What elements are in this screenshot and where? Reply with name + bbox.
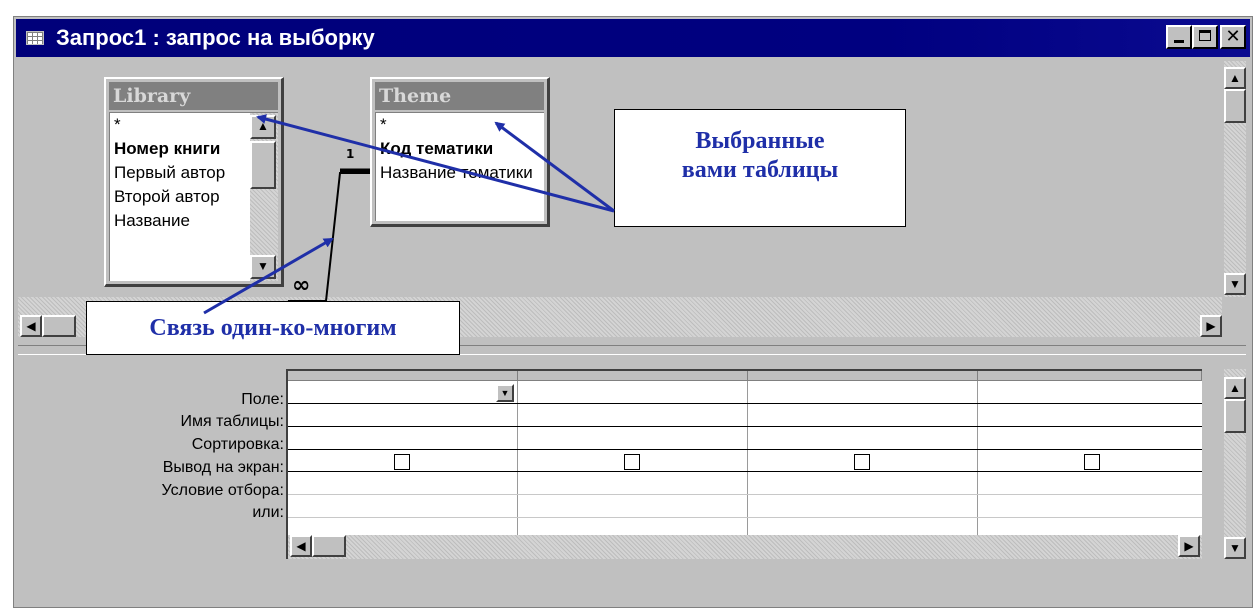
minimize-button[interactable] xyxy=(1166,25,1192,49)
upper-scroll-up-button[interactable]: ▲ xyxy=(1224,67,1246,89)
row-label-show: Вывод на экран: xyxy=(162,459,284,476)
grid-vscroll-thumb[interactable] xyxy=(1224,399,1246,433)
row-label-criteria: Условие отбора: xyxy=(161,482,284,499)
grid-hscroll-track[interactable] xyxy=(288,535,1202,559)
grid-hscroll-thumb[interactable] xyxy=(312,535,346,557)
row-divider xyxy=(288,471,1202,472)
column-selector-1[interactable] xyxy=(288,371,518,381)
row-divider xyxy=(288,403,1202,404)
column-divider xyxy=(747,381,748,559)
row-divider xyxy=(288,449,1202,450)
upper-vscroll-thumb[interactable] xyxy=(1224,89,1246,123)
row-divider xyxy=(288,494,1202,495)
show-checkbox-4[interactable] xyxy=(1084,454,1100,470)
arrow-to-theme xyxy=(494,121,615,213)
show-checkbox-2[interactable] xyxy=(624,454,640,470)
tables-pane: Library * Номер книги Первый автор Второ… xyxy=(18,61,1246,355)
row-divider xyxy=(288,426,1202,427)
column-selector-2[interactable] xyxy=(518,371,748,381)
row-label-sort: Сортировка: xyxy=(191,436,284,453)
upper-scroll-down-button[interactable]: ▼ xyxy=(1224,273,1246,295)
grid-scroll-right-button[interactable]: ▶ xyxy=(1178,535,1200,557)
design-grid-pane: Поле: Имя таблицы: Сортировка: Вывод на … xyxy=(18,357,1246,605)
query-window: Запрос1 : запрос на выборку ✕ Library * … xyxy=(13,16,1253,608)
grid-scroll-left-button[interactable]: ◀ xyxy=(290,535,312,557)
row-label-table: Имя таблицы: xyxy=(180,413,284,430)
title-bar[interactable]: Запрос1 : запрос на выборку ✕ xyxy=(16,19,1250,57)
field-dropdown-button[interactable]: ▼ xyxy=(496,384,514,402)
column-selector-4[interactable] xyxy=(978,371,1202,381)
window-title: Запрос1 : запрос на выборку xyxy=(56,25,375,50)
grid-scroll-down-button[interactable]: ▼ xyxy=(1224,537,1246,559)
query-icon xyxy=(26,31,44,45)
column-selector-3[interactable] xyxy=(748,371,978,381)
show-checkbox-3[interactable] xyxy=(854,454,870,470)
arrow-to-library xyxy=(256,114,615,213)
query-design-grid[interactable]: ▼ ◀ ▶ xyxy=(286,369,1202,559)
row-label-or: или: xyxy=(252,504,284,521)
maximize-button[interactable] xyxy=(1192,25,1218,49)
column-divider xyxy=(977,381,978,559)
row-divider xyxy=(288,517,1202,518)
arrow-to-relationship xyxy=(203,237,334,315)
annotation-arrows xyxy=(203,114,615,315)
grid-scroll-up-button[interactable]: ▲ xyxy=(1224,377,1246,399)
show-checkbox-1[interactable] xyxy=(394,454,410,470)
close-button[interactable]: ✕ xyxy=(1220,25,1246,49)
column-divider xyxy=(517,381,518,559)
row-label-field: Поле: xyxy=(241,391,284,408)
